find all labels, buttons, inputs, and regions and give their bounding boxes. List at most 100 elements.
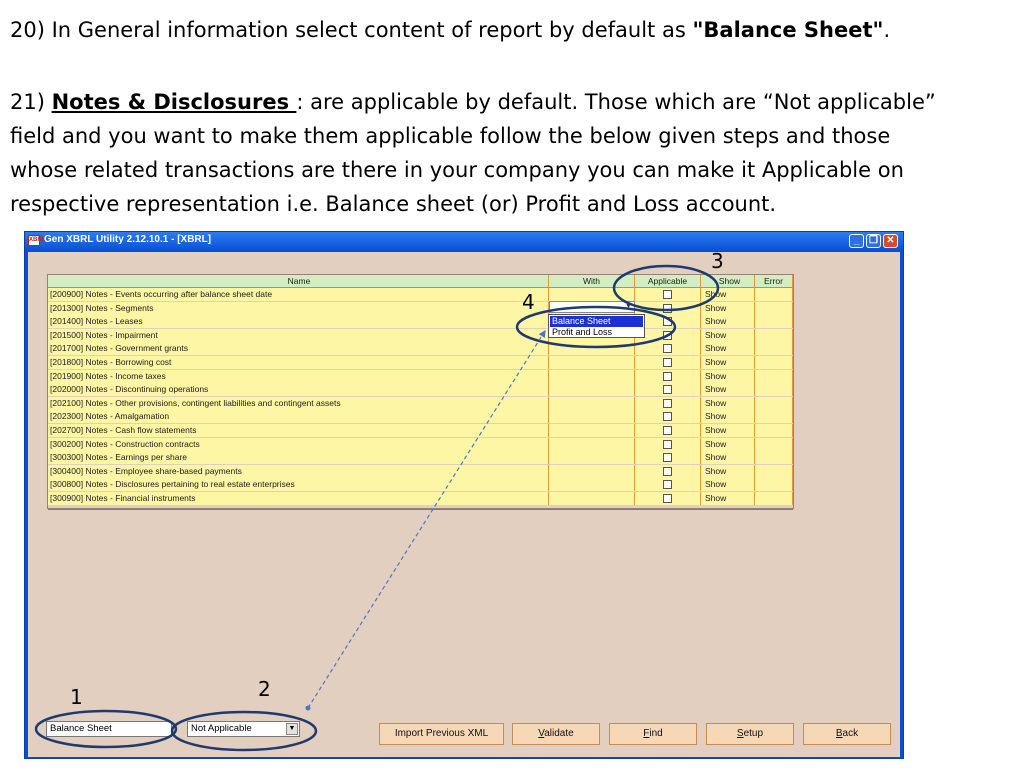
row-with[interactable] — [549, 410, 635, 424]
setup-label: etup — [743, 728, 764, 739]
table-row[interactable]: [201300] Notes - Segments Show — [48, 301, 793, 315]
applicable-checkbox[interactable] — [663, 412, 672, 422]
table-row[interactable]: [300800] Notes - Disclosures pertaining … — [48, 478, 793, 492]
row-name[interactable]: [300300] Notes - Earnings per share — [48, 451, 549, 465]
row-show[interactable]: Show — [701, 369, 755, 383]
row-with[interactable] — [549, 369, 635, 383]
table-row[interactable]: [300900] Notes - Financial instruments Sh… — [48, 492, 793, 505]
row-show[interactable]: Show — [701, 451, 755, 465]
row-name[interactable]: [300800] Notes - Disclosures pertaining … — [48, 478, 549, 492]
row-with[interactable] — [549, 383, 635, 397]
row-name[interactable]: [202700] Notes - Cash flow statements — [48, 424, 549, 437]
row-with[interactable] — [549, 342, 635, 356]
row-show[interactable]: Show — [701, 464, 755, 478]
validate-button[interactable]: Validate — [512, 723, 600, 745]
row-name[interactable]: [300900] Notes - Financial instruments — [48, 492, 549, 505]
row-show[interactable]: Show — [701, 396, 755, 410]
header-name[interactable]: Name — [48, 275, 549, 288]
row-show[interactable]: Show — [701, 342, 755, 356]
row-show[interactable]: Show — [701, 492, 755, 505]
applicable-checkbox[interactable] — [663, 344, 672, 354]
table-row[interactable]: [201500] Notes - Impairment Show — [48, 328, 793, 342]
with-combo[interactable]: ▼ — [549, 301, 635, 313]
applicable-checkbox[interactable] — [663, 453, 672, 463]
table-row[interactable]: [300400] Notes - Employee share-based pa… — [48, 464, 793, 478]
table-row[interactable]: [202700] Notes - Cash flow statements Sho… — [48, 424, 793, 437]
row-with[interactable] — [549, 478, 635, 492]
applicable-filter-select[interactable]: Not Applicable ▼ — [187, 721, 300, 737]
table-row[interactable]: [202000] Notes - Discontinuing operation… — [48, 383, 793, 397]
table-row[interactable]: [201800] Notes - Borrowing cost Show — [48, 356, 793, 369]
row-name[interactable]: [300200] Notes - Construction contracts — [48, 437, 549, 451]
applicable-checkbox[interactable] — [663, 290, 672, 299]
minimize-button[interactable]: _ — [849, 234, 864, 248]
import-previous-xml-button[interactable]: Import Previous XML — [379, 723, 504, 745]
maximize-button[interactable]: ❐ — [866, 234, 881, 248]
row-name[interactable]: [201300] Notes - Segments — [48, 301, 549, 315]
dropdown-option-profit-and-loss[interactable]: Profit and Loss — [550, 327, 643, 338]
table-row[interactable]: [300200] Notes - Construction contracts S… — [48, 437, 793, 451]
applicable-checkbox[interactable] — [663, 426, 672, 435]
table-row[interactable]: [202300] Notes - Amalgamation Show — [48, 410, 793, 424]
row-show[interactable]: Show — [701, 383, 755, 397]
row-name[interactable]: [200900] Notes - Events occurring after … — [48, 288, 549, 301]
table-row[interactable]: [200900] Notes - Events occurring after … — [48, 288, 793, 301]
row-with[interactable] — [549, 451, 635, 465]
setup-button[interactable]: Setup — [706, 723, 794, 745]
title-bar[interactable]: XBRL Gen XBRL Utility 2.12.10.1 - [XBRL]… — [25, 232, 903, 250]
header-error[interactable]: Error — [755, 275, 793, 288]
applicable-checkbox[interactable] — [663, 330, 672, 340]
applicable-checkbox[interactable] — [663, 398, 672, 408]
back-button[interactable]: Back — [803, 723, 891, 745]
close-button[interactable]: ✕ — [883, 234, 898, 248]
dropdown-option-balance-sheet[interactable]: Balance Sheet — [550, 316, 643, 327]
applicable-checkbox[interactable] — [663, 480, 672, 490]
row-show[interactable]: Show — [701, 288, 755, 301]
row-name[interactable]: [201800] Notes - Borrowing cost — [48, 356, 549, 369]
validate-label: alidate — [544, 728, 574, 739]
applicable-checkbox[interactable] — [663, 303, 672, 313]
row-with[interactable] — [549, 437, 635, 451]
header-show[interactable]: Show — [701, 275, 755, 288]
row-with[interactable] — [549, 464, 635, 478]
row-name[interactable]: [201500] Notes - Impairment — [48, 328, 549, 342]
row-name[interactable]: [202300] Notes - Amalgamation — [48, 410, 549, 424]
row-with[interactable] — [549, 492, 635, 505]
row-show[interactable]: Show — [701, 478, 755, 492]
row-name[interactable]: [201700] Notes - Government grants — [48, 342, 549, 356]
row-with[interactable] — [549, 424, 635, 437]
row-applicable — [635, 396, 701, 410]
header-applicable[interactable]: Applicable — [635, 275, 701, 288]
row-show[interactable]: Show — [701, 315, 755, 329]
report-content-select[interactable]: Balance Sheet — [46, 721, 172, 737]
row-applicable — [635, 437, 701, 451]
find-button[interactable]: Find — [609, 723, 697, 745]
row-name[interactable]: [201900] Notes - Income taxes — [48, 369, 549, 383]
row-with[interactable] — [549, 396, 635, 410]
applicable-checkbox[interactable] — [663, 385, 672, 395]
row-show[interactable]: Show — [701, 301, 755, 315]
table-row[interactable]: [202100] Notes - Other provisions, conti… — [48, 396, 793, 410]
applicable-checkbox[interactable] — [663, 466, 672, 476]
row-name[interactable]: [202000] Notes - Discontinuing operation… — [48, 383, 549, 397]
applicable-checkbox[interactable] — [663, 371, 672, 381]
table-row[interactable]: [300300] Notes - Earnings per share Show — [48, 451, 793, 465]
header-with[interactable]: With — [549, 275, 635, 288]
row-name[interactable]: [201400] Notes - Leases — [48, 315, 549, 329]
applicable-checkbox[interactable] — [663, 439, 672, 449]
row-with[interactable] — [549, 288, 635, 301]
row-show[interactable]: Show — [701, 424, 755, 437]
table-row[interactable]: [201900] Notes - Income taxes Show — [48, 369, 793, 383]
row-show[interactable]: Show — [701, 410, 755, 424]
applicable-checkbox[interactable] — [663, 494, 672, 503]
row-show[interactable]: Show — [701, 356, 755, 369]
table-row[interactable]: [201400] Notes - Leases Show — [48, 315, 793, 329]
row-with[interactable] — [549, 356, 635, 369]
row-name[interactable]: [202100] Notes - Other provisions, conti… — [48, 396, 549, 410]
row-show[interactable]: Show — [701, 328, 755, 342]
row-name[interactable]: [300400] Notes - Employee share-based pa… — [48, 464, 549, 478]
row-show[interactable]: Show — [701, 437, 755, 451]
applicable-checkbox[interactable] — [663, 358, 672, 367]
applicable-checkbox[interactable] — [663, 317, 672, 327]
table-row[interactable]: [201700] Notes - Government grants Show — [48, 342, 793, 356]
